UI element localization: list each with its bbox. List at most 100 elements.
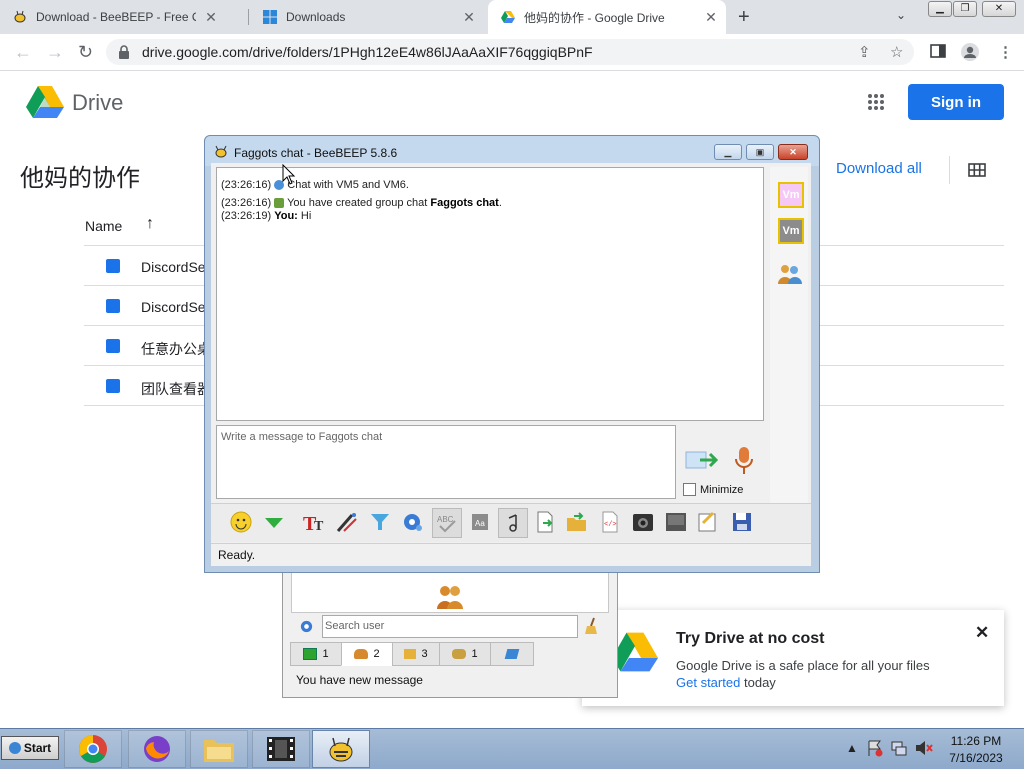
- clock-date[interactable]: 7/16/2023: [946, 751, 1006, 765]
- chevron-down-icon[interactable]: ⌄: [896, 8, 906, 22]
- grid-view-icon[interactable]: [968, 163, 986, 177]
- send-folder-icon[interactable]: [565, 510, 589, 534]
- microphone-icon[interactable]: [734, 446, 754, 476]
- get-started-link[interactable]: Get started: [676, 675, 740, 690]
- tab-downloads[interactable]: Downloads ✕: [250, 0, 486, 34]
- start-button[interactable]: Start: [1, 736, 59, 760]
- close-icon[interactable]: ✕: [702, 9, 720, 26]
- lock-icon[interactable]: [118, 45, 130, 59]
- minimize-window-button[interactable]: ▁: [714, 144, 742, 160]
- google-doc-file-icon: [106, 299, 120, 313]
- profile-icon[interactable]: [960, 42, 980, 62]
- reload-icon[interactable]: ↻: [78, 42, 93, 63]
- tab-groups[interactable]: 2: [341, 642, 393, 666]
- add-members-icon[interactable]: [776, 262, 804, 286]
- status-bar: [211, 543, 811, 566]
- back-icon[interactable]: ←: [14, 42, 32, 63]
- search-user-placeholder: Search user: [325, 620, 385, 632]
- save-chat-icon[interactable]: [730, 510, 754, 534]
- send-icon[interactable]: [684, 446, 718, 474]
- timestamp: (23:26:16): [221, 179, 272, 191]
- spellcheck-icon[interactable]: ABC: [432, 508, 462, 538]
- svg-text:ABC: ABC: [437, 515, 454, 524]
- taskbar-explorer[interactable]: [190, 730, 248, 768]
- taskbar-chrome[interactable]: [64, 730, 122, 768]
- sound-icon[interactable]: [498, 508, 528, 538]
- green-arrow-icon[interactable]: [262, 510, 286, 534]
- close-window-button[interactable]: ✕: [982, 1, 1016, 17]
- chat-window-title: Faggots chat - BeeBEEP 5.8.6: [234, 146, 398, 160]
- tab-users[interactable]: 1: [290, 642, 342, 666]
- gear-icon[interactable]: [299, 619, 314, 634]
- volume-muted-icon[interactable]: [914, 739, 934, 757]
- close-icon[interactable]: ✕: [975, 623, 989, 643]
- send-file-icon[interactable]: [533, 510, 557, 534]
- tab-beebeep-download[interactable]: Download - BeeBEEP - Free Offic ✕: [0, 0, 246, 34]
- close-window-button[interactable]: ✕: [778, 144, 808, 160]
- log-text: Chat with VM5 and VM6.: [287, 179, 409, 191]
- html-code-icon[interactable]: </>: [598, 510, 622, 534]
- tab-count: 3: [421, 648, 428, 660]
- emoticon-icon[interactable]: [229, 510, 253, 534]
- dictionary-icon[interactable]: Aa: [468, 510, 492, 534]
- network-icon[interactable]: [890, 739, 908, 757]
- taskbar-firefox[interactable]: [128, 730, 186, 768]
- network-icon: [504, 649, 520, 659]
- chat-log-line: (23:26:16) You have created group chat F…: [221, 197, 502, 209]
- promo-text: Google Drive is a safe place for all you…: [676, 658, 930, 673]
- group-chat-icon: [274, 198, 285, 209]
- gear-icon[interactable]: [400, 510, 424, 534]
- member-avatar[interactable]: Vm: [778, 182, 804, 208]
- users-group-icon: [437, 586, 463, 609]
- color-brush-icon[interactable]: [335, 510, 359, 534]
- restore-window-button[interactable]: ❐: [953, 1, 977, 17]
- file-name[interactable]: 团队查看器: [141, 379, 211, 399]
- notes-icon[interactable]: [696, 510, 720, 534]
- clock-time[interactable]: 11:26 PM: [946, 734, 1006, 748]
- side-panel-icon[interactable]: [930, 44, 946, 58]
- minimize-window-button[interactable]: ▁: [928, 1, 952, 17]
- whiteboard-icon[interactable]: [664, 510, 688, 534]
- action-center-flag-icon[interactable]: [866, 739, 884, 757]
- mouse-cursor-icon: [282, 164, 296, 185]
- google-doc-file-icon: [106, 339, 120, 353]
- main-status-text: You have new message: [296, 673, 423, 687]
- member-avatar[interactable]: Vm: [778, 218, 804, 244]
- tab-chats[interactable]: 3: [392, 642, 440, 666]
- file-name[interactable]: 任意办公桌: [141, 339, 211, 359]
- sort-arrow-up-icon[interactable]: ↑: [146, 215, 154, 233]
- maximize-window-button[interactable]: ▣: [746, 144, 774, 160]
- timestamp: (23:26:16): [221, 197, 272, 209]
- google-drive-logo: [612, 632, 658, 672]
- taskbar-media-player[interactable]: [252, 730, 310, 768]
- google-drive-logo[interactable]: [26, 86, 64, 118]
- bee-icon: [329, 737, 353, 762]
- forward-icon[interactable]: →: [46, 42, 64, 63]
- url-text[interactable]: drive.google.com/drive/folders/1PHgh12eE…: [142, 44, 593, 60]
- minimize-checkbox[interactable]: [683, 483, 696, 496]
- drive-brand[interactable]: Drive: [72, 90, 123, 116]
- font-icon[interactable]: TT: [302, 510, 326, 534]
- tab-network[interactable]: [490, 642, 534, 666]
- name-column-header[interactable]: Name: [85, 218, 122, 234]
- broom-icon[interactable]: [584, 617, 600, 635]
- show-hidden-icons-icon[interactable]: ▲: [846, 741, 858, 755]
- new-tab-button[interactable]: +: [738, 6, 750, 29]
- more-menu-icon[interactable]: ⋮: [998, 43, 1013, 61]
- sign-in-button[interactable]: Sign in: [908, 84, 1004, 120]
- promo-suffix: today: [744, 675, 776, 690]
- taskbar-beebeep[interactable]: [312, 730, 370, 768]
- tab-google-drive[interactable]: 他妈的协作 - Google Drive ✕: [488, 0, 726, 34]
- close-icon[interactable]: ✕: [460, 9, 478, 26]
- tab-shares[interactable]: 1: [439, 642, 491, 666]
- share-icon[interactable]: ⇪: [858, 43, 871, 61]
- screenshot-icon[interactable]: [631, 510, 655, 534]
- filter-icon[interactable]: [368, 510, 392, 534]
- star-icon[interactable]: ☆: [890, 43, 903, 61]
- apps-grid-icon[interactable]: [867, 93, 885, 111]
- download-all-button[interactable]: Download all: [836, 160, 922, 177]
- file-name[interactable]: DiscordSe: [141, 259, 206, 275]
- firefox-icon: [144, 736, 170, 762]
- file-name[interactable]: DiscordSe: [141, 299, 206, 315]
- close-icon[interactable]: ✕: [202, 9, 220, 26]
